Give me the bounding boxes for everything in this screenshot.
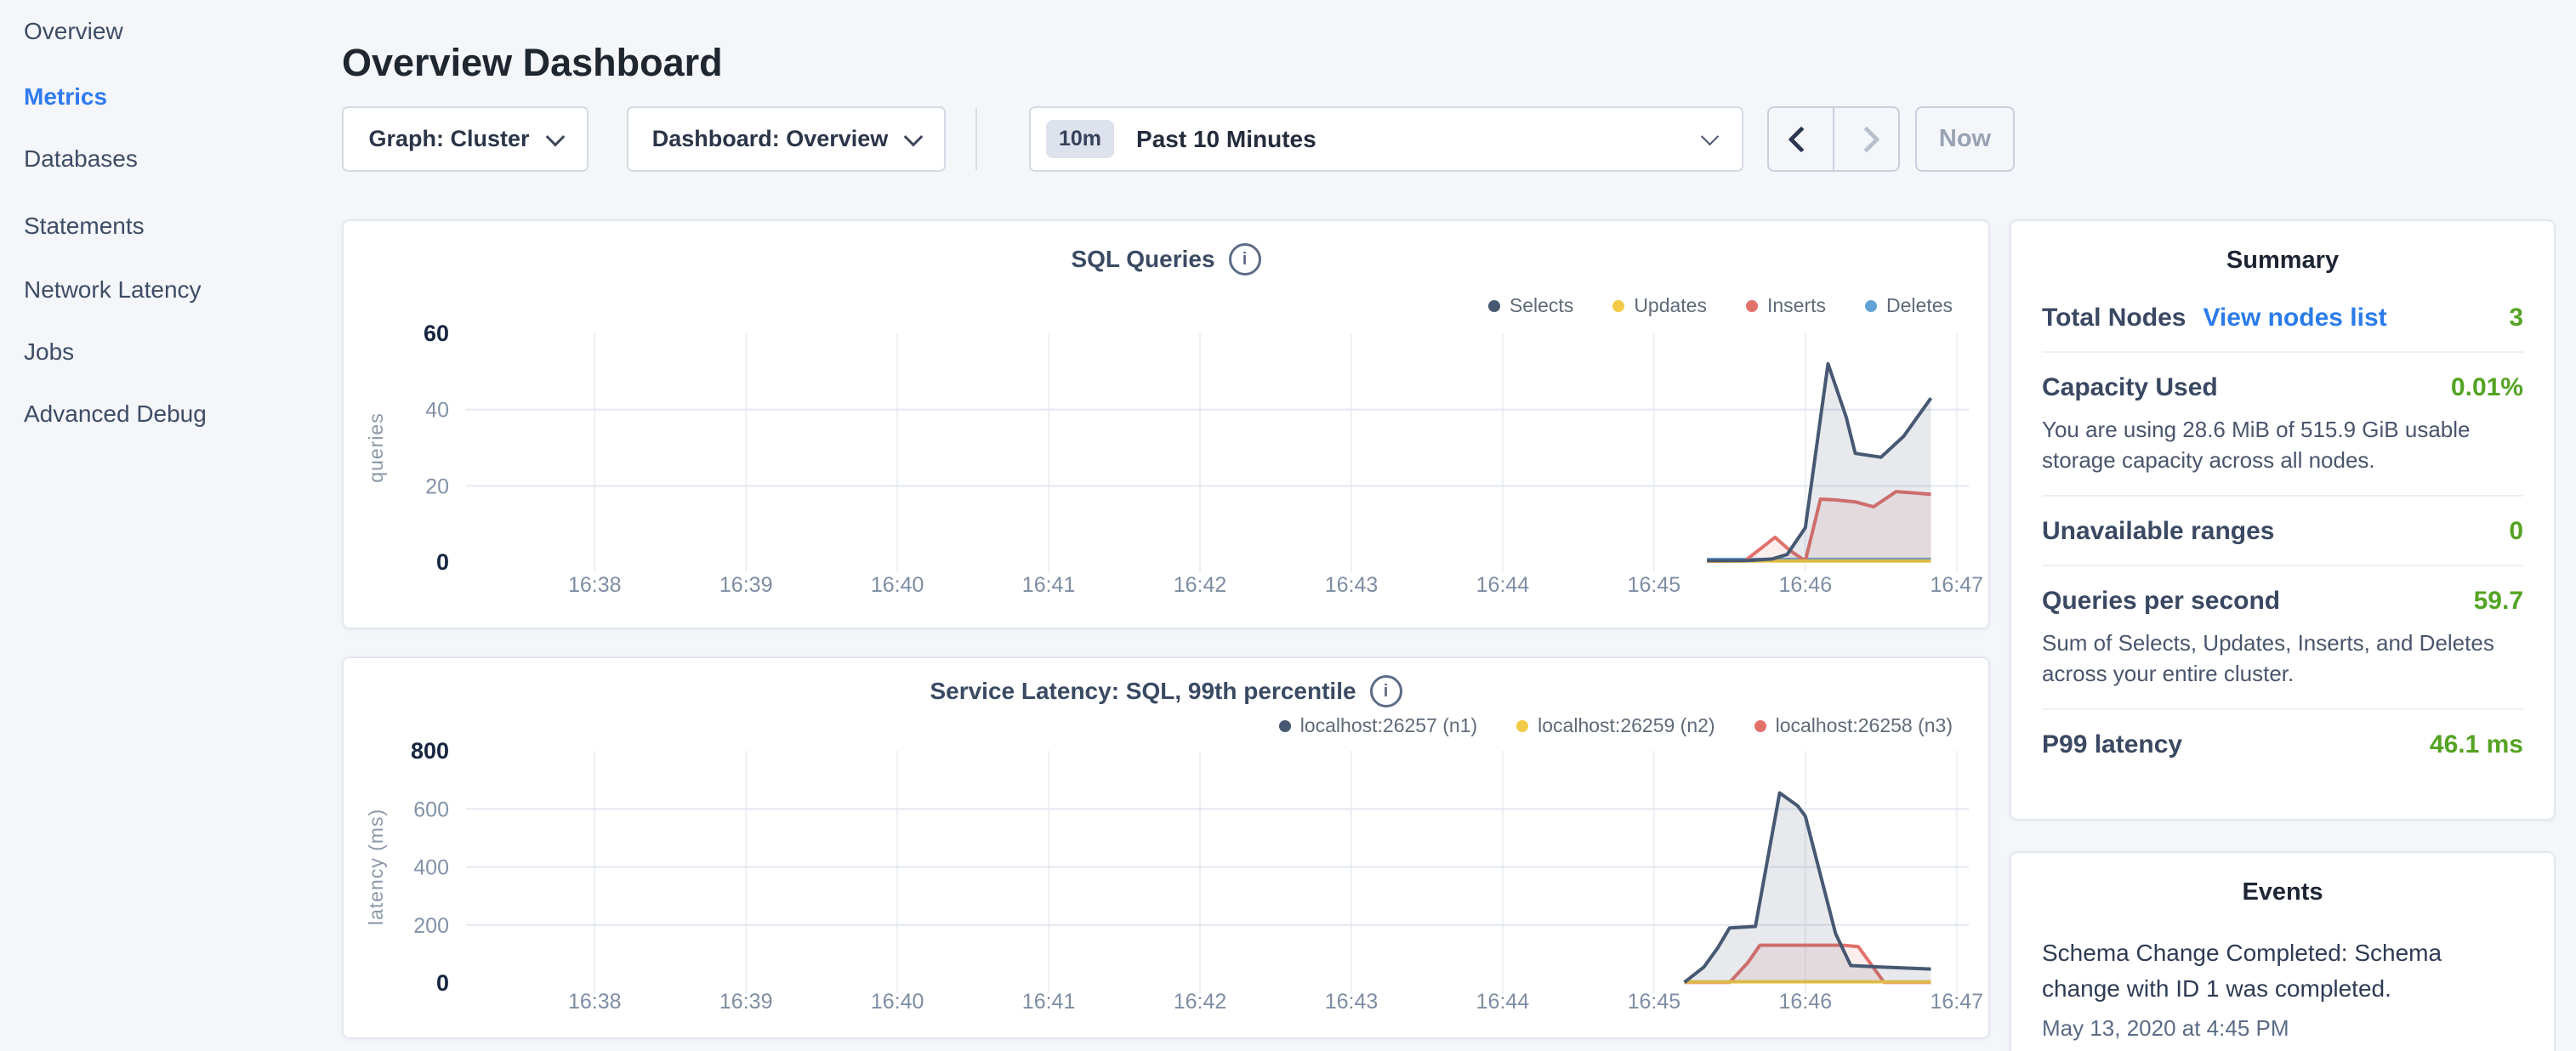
svg-text:16:38: 16:38 xyxy=(568,990,622,1014)
svg-text:200: 200 xyxy=(413,914,449,938)
summary-row-description: You are using 28.6 MiB of 515.9 GiB usab… xyxy=(2042,414,2523,476)
summary-row-value: 0 xyxy=(2509,517,2523,546)
event-timestamp: May 13, 2020 at 4:45 PM xyxy=(2042,1015,2523,1042)
controls-divider xyxy=(975,108,977,170)
sidebar-item-overview[interactable]: Overview xyxy=(24,13,123,50)
dashboard-dropdown[interactable]: Dashboard: Overview xyxy=(627,106,946,172)
chevron-down-icon xyxy=(1701,128,1719,145)
svg-text:60: 60 xyxy=(424,321,449,346)
graph-dropdown-label: Graph: Cluster xyxy=(368,126,529,152)
summary-row-label: Unavailable ranges xyxy=(2042,517,2274,546)
svg-text:latency (ms): latency (ms) xyxy=(365,809,387,925)
app-root: Overview Metrics Databases Statements Ne… xyxy=(0,0,2576,1051)
sidebar-item-jobs[interactable]: Jobs xyxy=(24,333,74,371)
service-latency-plot: 16:38 16:39 16:40 16:41 16:42 16:43 16:44 16:45… xyxy=(344,658,1988,1037)
svg-text:16:43: 16:43 xyxy=(1325,573,1379,597)
sql-queries-plot: 16:38 16:39 16:40 16:41 16:42 16:43 16:44 16:45… xyxy=(344,221,1988,628)
svg-text:16:39: 16:39 xyxy=(719,990,773,1014)
event-text: Schema Change Completed: Schema change w… xyxy=(2042,935,2523,1007)
summary-row-label: Queries per second xyxy=(2042,587,2280,616)
summary-title: Summary xyxy=(2011,221,2554,275)
svg-text:16:45: 16:45 xyxy=(1628,573,1681,597)
sidebar-item-metrics[interactable]: Metrics xyxy=(24,78,107,116)
events-panel: Events Schema Change Completed: Schema c… xyxy=(2010,851,2556,1051)
sidebar-item-databases[interactable]: Databases xyxy=(24,140,138,178)
summary-row-capacity-used: Capacity Used 0.01% You are using 28.6 M… xyxy=(2042,353,2523,497)
svg-text:600: 600 xyxy=(413,798,449,821)
svg-text:800: 800 xyxy=(411,738,449,764)
time-back-button[interactable] xyxy=(1769,108,1834,170)
summary-row-value: 59.7 xyxy=(2474,587,2523,616)
chevron-left-icon xyxy=(1788,126,1814,152)
event-item: Schema Change Completed: Schema change w… xyxy=(2011,906,2554,1042)
view-nodes-list-link[interactable]: View nodes list xyxy=(2203,304,2386,332)
svg-text:16:45: 16:45 xyxy=(1628,990,1681,1014)
svg-text:16:47: 16:47 xyxy=(1930,573,1983,597)
svg-text:16:46: 16:46 xyxy=(1779,990,1833,1014)
graph-dropdown[interactable]: Graph: Cluster xyxy=(342,106,589,172)
series-area-Selects xyxy=(1707,364,1931,562)
svg-text:16:46: 16:46 xyxy=(1779,573,1833,597)
chevron-down-icon xyxy=(904,127,924,146)
svg-text:16:38: 16:38 xyxy=(568,573,622,597)
svg-text:400: 400 xyxy=(413,856,449,880)
summary-rows: Total Nodes View nodes list 3 Capacity U… xyxy=(2011,275,2554,778)
summary-row-queries-per-second: Queries per second 59.7 Sum of Selects, … xyxy=(2042,566,2523,710)
summary-row-value: 46.1 ms xyxy=(2430,730,2523,759)
summary-row-total-nodes: Total Nodes View nodes list 3 xyxy=(2042,283,2523,353)
events-title: Events xyxy=(2011,853,2554,906)
sql-queries-card: SQL Queries i SelectsUpdatesInsertsDelet… xyxy=(342,219,1990,629)
chart-svg: 16:38 16:39 16:40 16:41 16:42 16:43 16:44 16:45… xyxy=(344,221,1988,628)
time-forward-button[interactable] xyxy=(1834,108,1898,170)
chevron-right-icon xyxy=(1853,126,1879,152)
svg-text:queries: queries xyxy=(365,412,387,482)
sidebar-item-advanced-debug[interactable]: Advanced Debug xyxy=(24,395,207,433)
svg-text:16:43: 16:43 xyxy=(1325,990,1379,1014)
svg-text:16:42: 16:42 xyxy=(1174,573,1227,597)
svg-text:0: 0 xyxy=(436,970,449,996)
summary-row-label: Capacity Used xyxy=(2042,373,2218,402)
svg-text:16:42: 16:42 xyxy=(1174,990,1227,1014)
svg-text:16:40: 16:40 xyxy=(871,990,924,1014)
svg-text:0: 0 xyxy=(436,549,449,575)
now-button[interactable]: Now xyxy=(1915,106,2015,172)
svg-text:16:40: 16:40 xyxy=(871,573,924,597)
time-nav-buttons xyxy=(1767,106,1900,172)
sidebar-item-network-latency[interactable]: Network Latency xyxy=(24,271,202,309)
svg-text:20: 20 xyxy=(425,474,449,498)
chevron-down-icon xyxy=(545,127,565,146)
summary-row-value: 3 xyxy=(2509,304,2523,332)
dashboard-dropdown-label: Dashboard: Overview xyxy=(652,126,889,152)
svg-text:16:44: 16:44 xyxy=(1476,573,1530,597)
svg-text:16:44: 16:44 xyxy=(1476,990,1530,1014)
time-range-badge: 10m xyxy=(1046,120,1114,158)
page-title: Overview Dashboard xyxy=(342,41,723,85)
svg-text:16:39: 16:39 xyxy=(719,573,773,597)
summary-row-p99-latency: P99 latency 46.1 ms xyxy=(2042,710,2523,778)
summary-row-unavailable-ranges: Unavailable ranges 0 xyxy=(2042,497,2523,566)
svg-text:16:41: 16:41 xyxy=(1022,990,1076,1014)
summary-row-label: Total Nodes xyxy=(2042,304,2186,332)
summary-panel: Summary Total Nodes View nodes list 3 Ca… xyxy=(2010,219,2556,821)
sidebar-item-statements[interactable]: Statements xyxy=(24,207,145,245)
service-latency-card: Service Latency: SQL, 99th percentile i … xyxy=(342,656,1990,1039)
svg-text:40: 40 xyxy=(425,399,449,423)
summary-row-value: 0.01% xyxy=(2451,373,2523,402)
time-range-label: Past 10 Minutes xyxy=(1136,126,1685,153)
chart-svg: 16:38 16:39 16:40 16:41 16:42 16:43 16:44 16:45… xyxy=(344,658,1988,1037)
svg-text:16:41: 16:41 xyxy=(1022,573,1076,597)
summary-row-label: P99 latency xyxy=(2042,730,2182,759)
summary-row-description: Sum of Selects, Updates, Inserts, and De… xyxy=(2042,628,2523,690)
svg-text:16:47: 16:47 xyxy=(1930,990,1983,1014)
time-range-selector[interactable]: 10m Past 10 Minutes xyxy=(1029,106,1743,172)
